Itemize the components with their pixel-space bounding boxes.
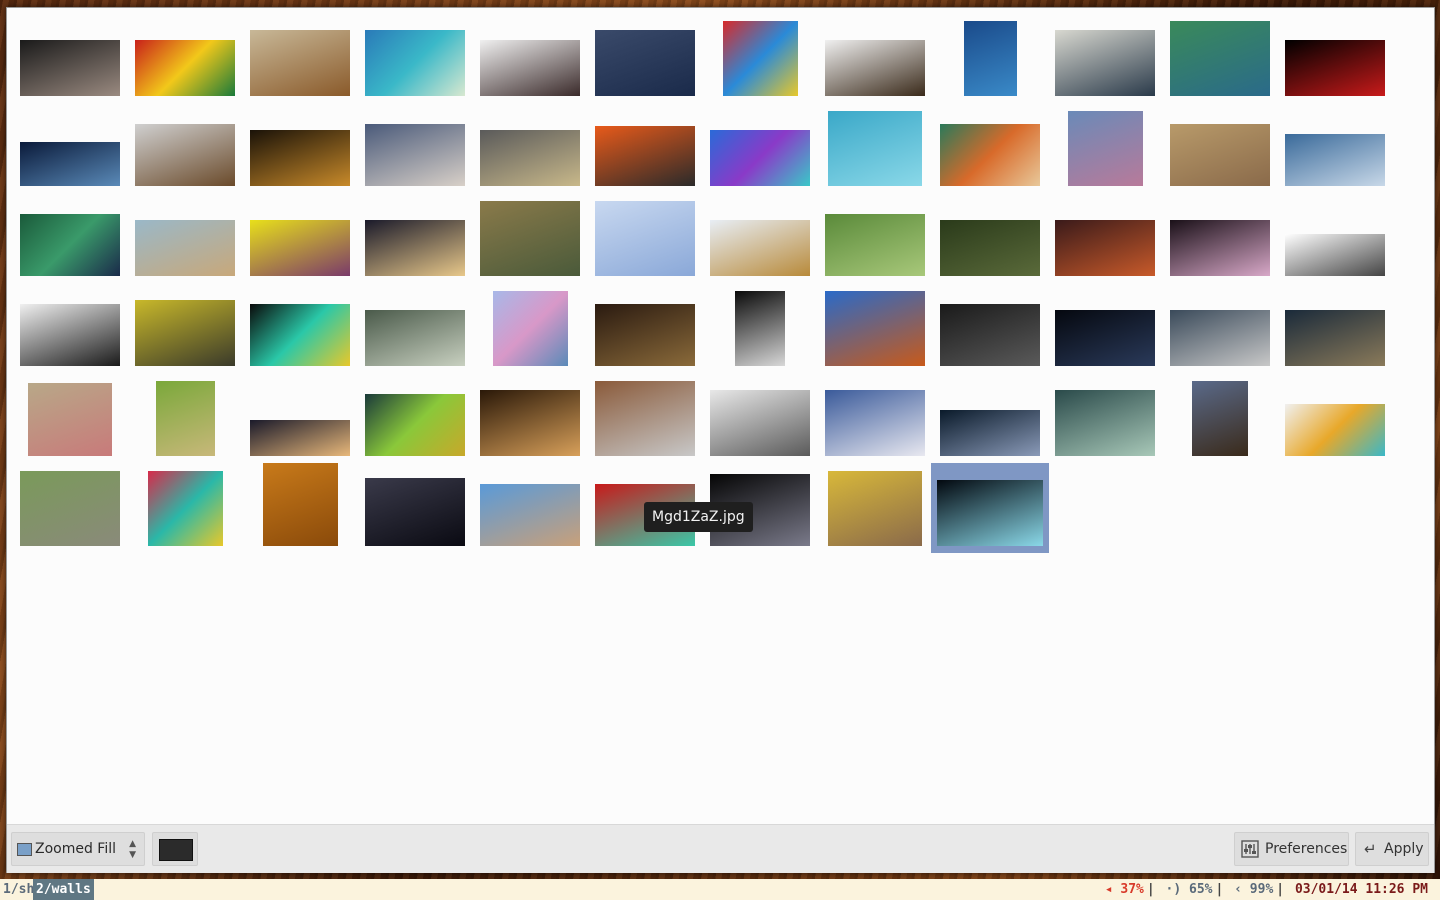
wallpaper-thumbnail-underwater-tank[interactable] bbox=[828, 111, 922, 186]
wallpaper-thumbnail-typography[interactable] bbox=[250, 304, 350, 366]
wallpaper-thumbnail-colorful-polygons[interactable] bbox=[723, 21, 798, 96]
wallpaper-thumbnail-green-circles[interactable] bbox=[365, 394, 465, 456]
color-swatch bbox=[159, 839, 193, 861]
wallpaper-thumbnail-plains-mountain[interactable] bbox=[250, 30, 350, 96]
wallpaper-thumbnail-orange-pattern[interactable] bbox=[263, 463, 338, 546]
wallpaper-thumbnail-golden-gate[interactable] bbox=[710, 390, 810, 456]
wallpaper-thumbnail-clouds-space[interactable] bbox=[365, 124, 465, 186]
wallpaper-thumbnail-floating-island[interactable] bbox=[825, 40, 925, 96]
wallpaper-thumbnail-tv-wall[interactable] bbox=[480, 130, 580, 186]
wallpaper-thumbnail-fellowship[interactable] bbox=[1170, 220, 1270, 276]
volume-level: 37% bbox=[1120, 882, 1144, 897]
wallpaper-thumbnail-app-logo[interactable] bbox=[710, 130, 810, 186]
wallpaper-thumbnail-frost-web[interactable] bbox=[595, 201, 695, 276]
wallpaper-thumbnail-lake-shore[interactable] bbox=[20, 142, 120, 186]
wallpaper-thumbnail-lava-flow[interactable] bbox=[595, 126, 695, 186]
battery-level: 99% bbox=[1249, 882, 1274, 897]
wallpaper-thumbnail-ocean-wave[interactable] bbox=[1055, 30, 1155, 96]
wallpaper-thumbnail-ornament-green[interactable] bbox=[365, 310, 465, 366]
wallpaper-thumbnail-suit-dots[interactable] bbox=[1285, 404, 1385, 456]
wallpaper-thumbnail-hawks[interactable] bbox=[135, 124, 235, 186]
background-color-button[interactable] bbox=[152, 832, 198, 866]
wallpaper-thumbnail-dark-saber[interactable] bbox=[1285, 40, 1385, 96]
wallpaper-thumbnail-city-sky[interactable] bbox=[480, 484, 580, 546]
wallpaper-thumbnail-dark-flower[interactable] bbox=[1285, 310, 1385, 366]
wallpaper-thumbnail-floral-tile[interactable] bbox=[28, 383, 112, 456]
wallpaper-thumbnail-bridge-bw[interactable] bbox=[735, 291, 785, 366]
signal-icon: ·) bbox=[1165, 882, 1182, 897]
wallpaper-thumbnail-smoking-man[interactable] bbox=[20, 40, 120, 96]
wallpaper-thumbnail-city-roofs[interactable] bbox=[595, 381, 695, 456]
wallpaper-thumbnail-lightning-dark[interactable] bbox=[250, 130, 350, 186]
clock: 03/01/14 11:26 PM bbox=[1294, 882, 1428, 897]
wallpaper-thumbnail-rail-bunker[interactable] bbox=[20, 471, 120, 546]
wallpaper-thumbnail-night-road[interactable] bbox=[1055, 310, 1155, 366]
wallpaper-thumbnail-tunnel[interactable] bbox=[480, 390, 580, 456]
wallpaper-thumbnail-retro-circles[interactable] bbox=[940, 124, 1040, 186]
wallpaper-thumbnail-gold-stairs[interactable] bbox=[828, 471, 922, 546]
wallpaper-thumbnail-tower-house[interactable] bbox=[1192, 381, 1248, 456]
updown-arrow-icon: ▲ ▼ bbox=[129, 839, 136, 860]
sliders-icon bbox=[1241, 833, 1259, 869]
volume-icon: ◂ bbox=[1104, 882, 1113, 897]
wallpaper-thumbnail-minions[interactable] bbox=[135, 300, 235, 366]
preferences-label: Preferences bbox=[1265, 841, 1348, 857]
wallpaper-thumbnail-hex-pattern[interactable] bbox=[1068, 111, 1143, 186]
wallpaper-thumbnail-pirate-ship[interactable] bbox=[20, 304, 120, 366]
wallpaper-thumbnail-fantasy-valley[interactable] bbox=[940, 410, 1040, 456]
wallpaper-thumbnail-ice-rock[interactable] bbox=[135, 220, 235, 276]
apply-label: Apply bbox=[1384, 841, 1424, 857]
wallpaper-thumbnail-greek-village[interactable] bbox=[825, 390, 925, 456]
wallpaper-thumbnail-yellow-beast[interactable] bbox=[250, 220, 350, 276]
wallpaper-thumbnail-sunrise-dome[interactable] bbox=[365, 220, 465, 276]
bottom-toolbar: Zoomed Fill ▲ ▼ Preferences ↵ Apply bbox=[7, 824, 1434, 873]
wallpaper-thumbnail-lake-reflection[interactable] bbox=[825, 291, 925, 366]
filename-tooltip: Mgd1ZaZ.jpg bbox=[644, 502, 753, 532]
status-panel: 1/sh 2/walls ◂ 37% | ·) 65% | ‹ 99% | 03/01… bbox=[0, 879, 1440, 900]
workspace-1[interactable]: 1/sh bbox=[0, 879, 37, 900]
wallpaper-thumbnail-green-room[interactable] bbox=[1055, 390, 1155, 456]
preferences-button[interactable]: Preferences bbox=[1234, 832, 1349, 866]
wallpaper-thumbnail-food-plate[interactable] bbox=[710, 220, 810, 276]
wallpaper-thumbnail-mountain-valley[interactable] bbox=[480, 201, 580, 276]
wallpaper-thumbnail-city-aerial[interactable] bbox=[1170, 124, 1270, 186]
wallpaper-thumbnail-business-laugh[interactable] bbox=[480, 40, 580, 96]
wallpaper-thumbnail-romanesco[interactable] bbox=[825, 214, 925, 276]
wallpaper-thumbnail-rusty-car[interactable] bbox=[1055, 220, 1155, 276]
wallpaper-thumbnail-sea-cliffs[interactable] bbox=[1170, 21, 1270, 96]
wallpaper-thumbnail-forest-fairy[interactable] bbox=[156, 381, 215, 456]
enter-icon: ↵ bbox=[1364, 840, 1377, 858]
wallpaper-picker-window: Mgd1ZaZ.jpg Zoomed Fill ▲ ▼ Preferences ↵… bbox=[6, 7, 1435, 873]
fill-mode-label: Zoomed Fill bbox=[35, 841, 117, 857]
wallpaper-thumbnail-gandalf[interactable] bbox=[595, 304, 695, 366]
wallpaper-thumbnail-jungle-ruins[interactable] bbox=[940, 220, 1040, 276]
thumbnail-grid[interactable] bbox=[7, 8, 1434, 823]
wallpaper-thumbnail-dark-sphere[interactable] bbox=[940, 304, 1040, 366]
signal-level: 65% bbox=[1189, 882, 1213, 897]
wallpaper-thumbnail-batman-poly[interactable] bbox=[20, 214, 120, 276]
workspace-2-active[interactable]: 2/walls bbox=[33, 879, 94, 900]
wallpaper-thumbnail-city-night[interactable] bbox=[250, 420, 350, 456]
wallpaper-thumbnail-mountain-cloud[interactable] bbox=[1170, 310, 1270, 366]
battery-icon: ‹ bbox=[1234, 882, 1242, 897]
wallpaper-thumbnail-pastel-hex[interactable] bbox=[493, 291, 568, 366]
wallpaper-thumbnail-island-aerial[interactable] bbox=[365, 30, 465, 96]
wallpaper-thumbnail-colorful-stripes[interactable] bbox=[135, 40, 235, 96]
wallpaper-thumbnail-night-coast[interactable] bbox=[365, 478, 465, 546]
wallpaper-thumbnail-sombrero-galaxy[interactable] bbox=[937, 480, 1043, 546]
fill-mode-select[interactable]: Zoomed Fill ▲ ▼ bbox=[11, 832, 145, 866]
wallpaper-thumbnail-skyscraper-fog[interactable] bbox=[595, 30, 695, 96]
status-readouts: ◂ 37% | ·) 65% | ‹ 99% | 03/01/14 11:26 PM bbox=[1104, 882, 1428, 897]
wallpaper-thumbnail-minimal-tree[interactable] bbox=[1285, 234, 1385, 276]
wallpaper-thumbnail-color-cubes[interactable] bbox=[148, 471, 223, 546]
wallpaper-thumbnail-fish-school[interactable] bbox=[964, 21, 1017, 96]
wallpaper-thumbnail-beach-storm[interactable] bbox=[1285, 134, 1385, 186]
monitor-icon bbox=[17, 843, 32, 856]
apply-button[interactable]: ↵ Apply bbox=[1355, 832, 1429, 866]
